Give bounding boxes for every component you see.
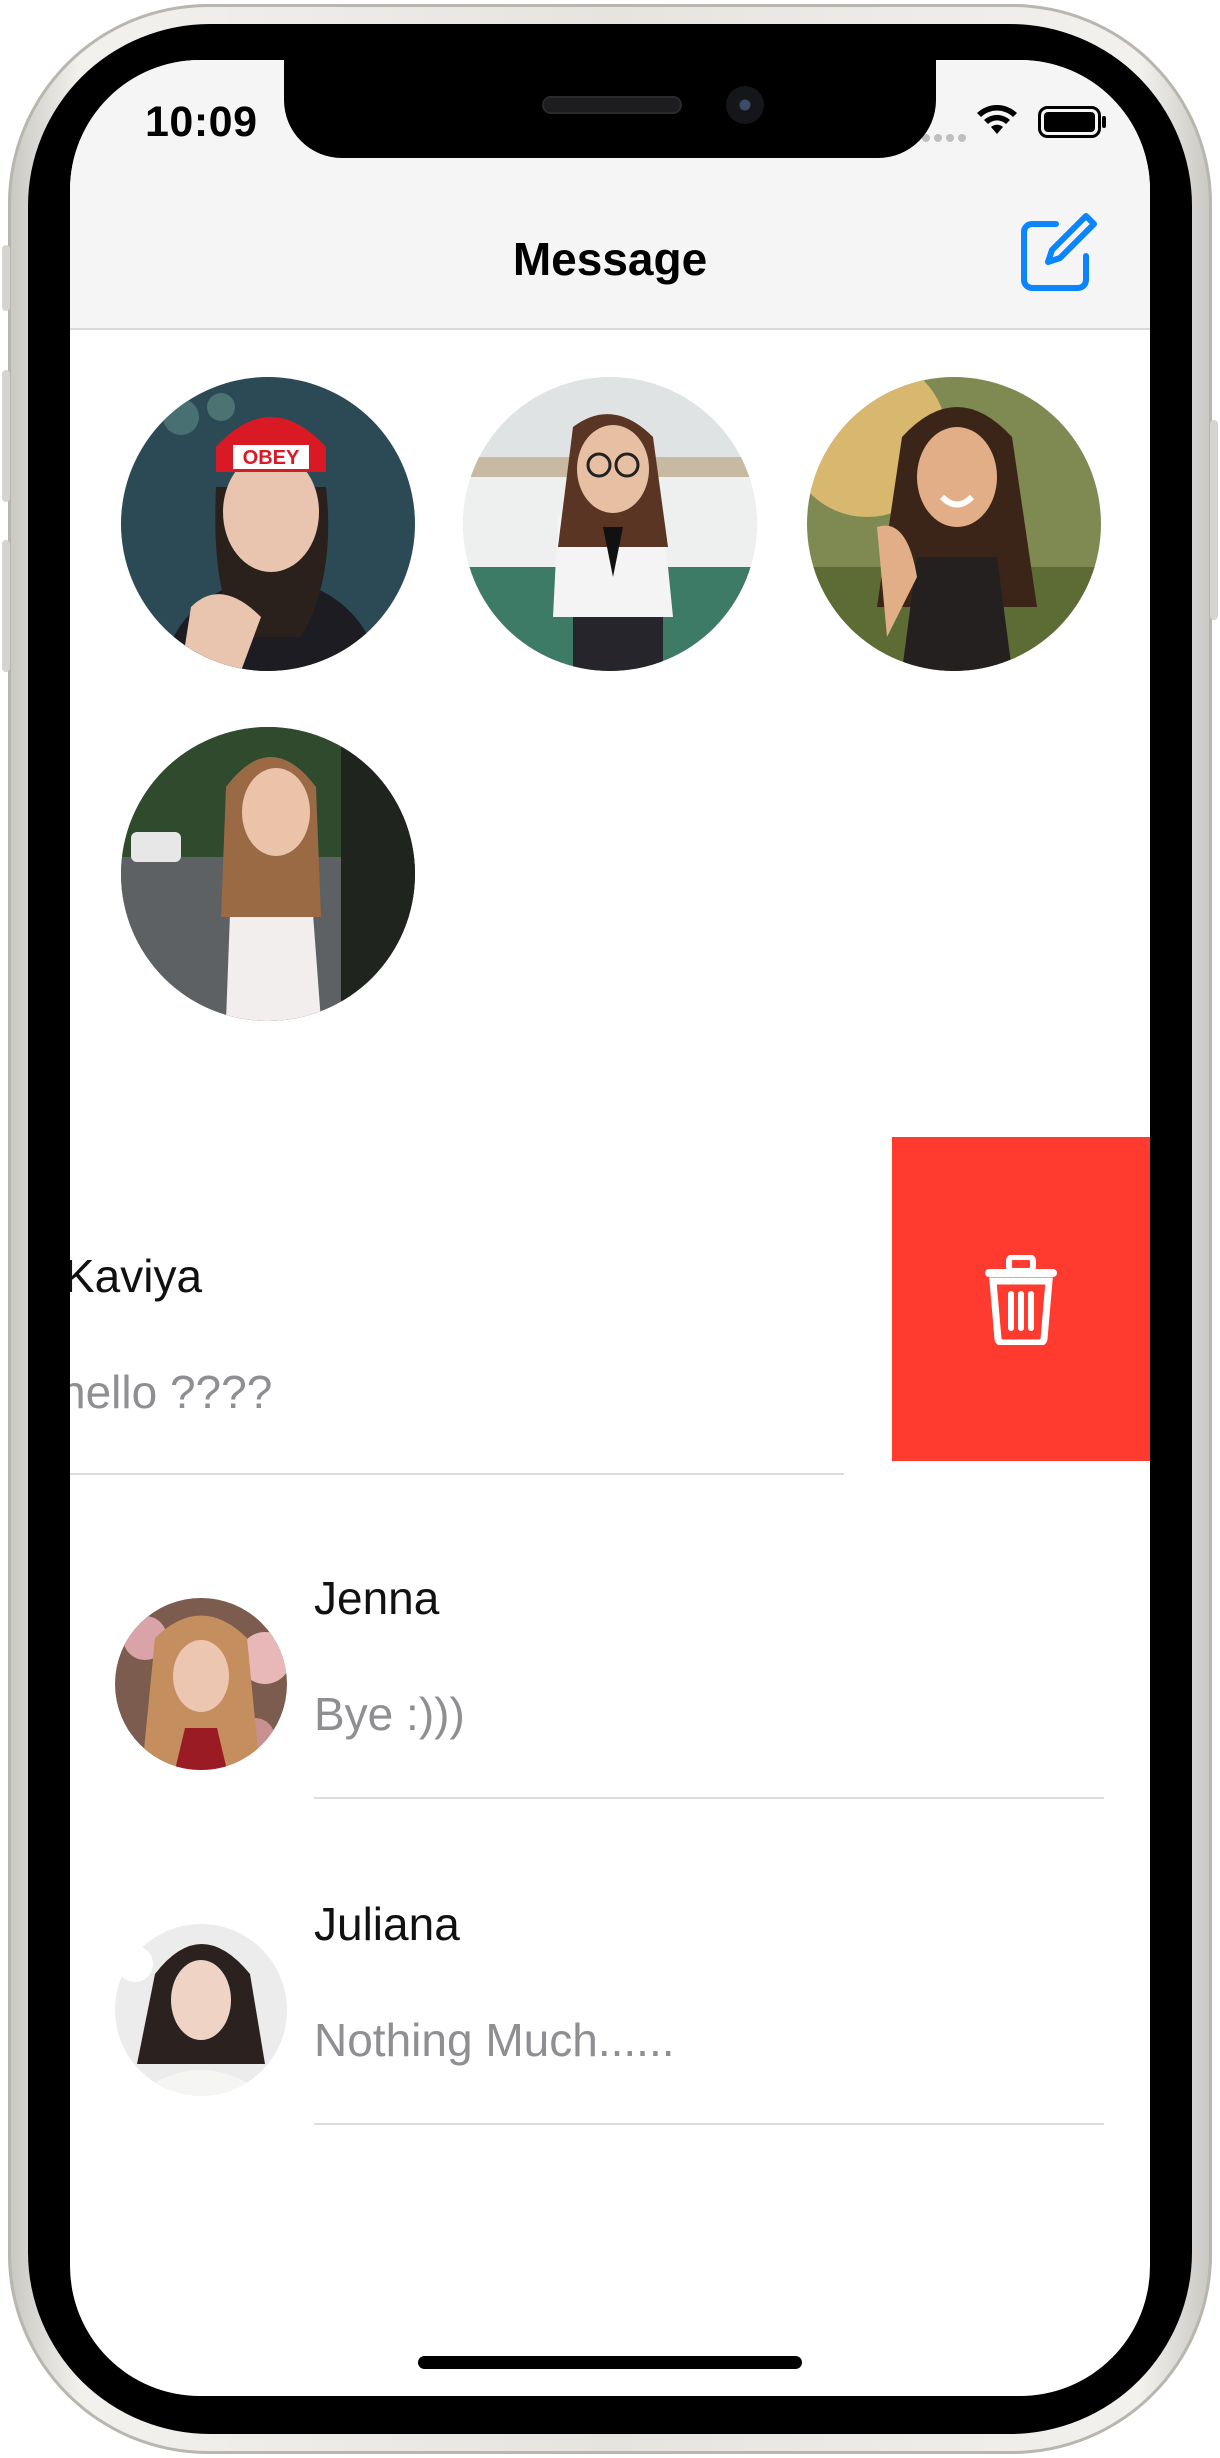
volume-up-button	[2, 370, 10, 502]
conversation-row-jenna[interactable]: Jenna Bye :)))	[70, 1537, 1150, 1799]
front-camera	[726, 86, 764, 124]
row-separator	[314, 1797, 1104, 1799]
story-photo	[807, 377, 1101, 671]
story-photo	[463, 377, 757, 671]
page-title: Message	[512, 233, 708, 285]
story-avatar[interactable]	[121, 727, 415, 1021]
navigation-bar: Message	[70, 180, 1150, 330]
conversation-name: Jenna	[314, 1572, 440, 1624]
conversation-preview: Bye :)))	[314, 1688, 465, 1740]
trash-icon	[985, 1255, 1057, 1345]
svg-text:OBEY: OBEY	[243, 447, 300, 469]
row-separator	[70, 1473, 844, 1475]
story-avatar[interactable]: OBEY	[121, 377, 415, 671]
signal-icon	[922, 134, 966, 142]
conversation-preview: Nothing Much......	[314, 2014, 675, 2066]
story-photo: OBEY	[121, 377, 415, 671]
status-time: 10:09	[145, 98, 258, 146]
notch	[284, 60, 936, 158]
wifi-icon	[977, 105, 1017, 134]
volume-down-button	[2, 540, 10, 672]
power-button	[1210, 420, 1218, 620]
story-photo	[121, 727, 415, 1021]
compose-icon[interactable]	[1016, 210, 1100, 294]
mute-switch	[2, 245, 10, 311]
home-indicator[interactable]	[418, 2356, 802, 2369]
conversation-name: Juliana	[314, 1898, 460, 1950]
battery-icon	[1038, 106, 1106, 138]
speaker-grille	[542, 96, 682, 114]
conversation-row-juliana[interactable]: Juliana Nothing Much......	[70, 1863, 1150, 2125]
row-separator	[314, 2123, 1104, 2125]
avatar	[115, 1598, 287, 1770]
conversation-name: Kaviya	[70, 1250, 203, 1302]
delete-button[interactable]	[892, 1137, 1150, 1461]
avatar	[115, 1924, 287, 2096]
screen: 10:09 Message OBEY Kaviya hello ???? Jen…	[70, 60, 1150, 2396]
story-avatar[interactable]	[807, 377, 1101, 671]
conversation-preview: hello ????	[70, 1366, 273, 1418]
story-avatar[interactable]	[463, 377, 757, 671]
